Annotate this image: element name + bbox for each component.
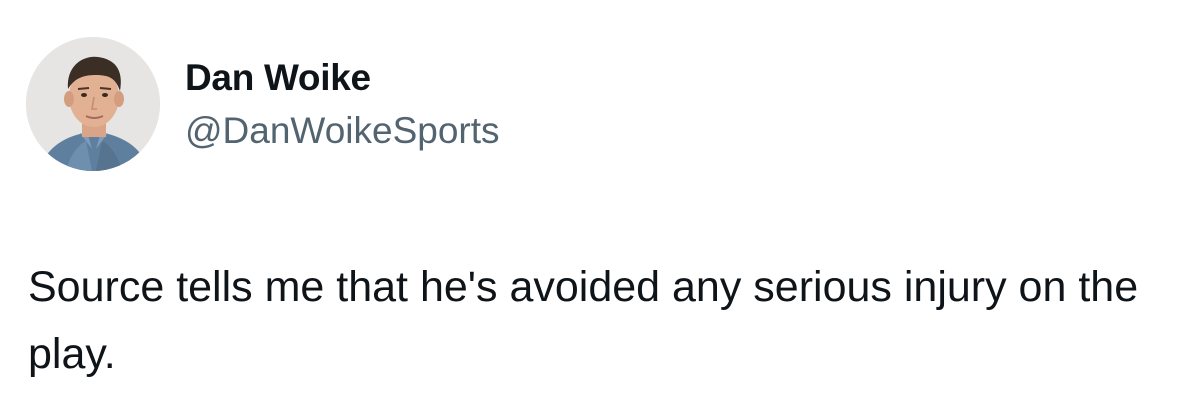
profile-photo-icon [26,37,160,171]
author-display-name[interactable]: Dan Woike [185,56,371,100]
avatar[interactable] [26,37,160,171]
tweet-card: Dan Woike @DanWoikeSports Source tells m… [0,0,1179,417]
author-handle[interactable]: @DanWoikeSports [185,109,500,153]
tweet-text: Source tells me that he's avoided any se… [28,263,1139,378]
